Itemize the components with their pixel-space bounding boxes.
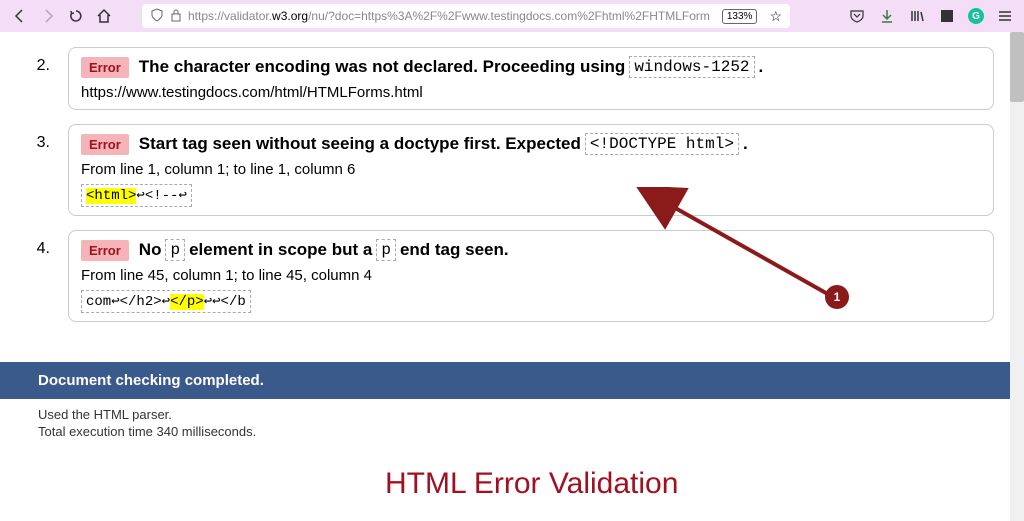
timing-info: Total execution time 340 milliseconds. — [38, 424, 994, 439]
error-number: 2. — [30, 47, 50, 75]
menu-icon[interactable] — [996, 7, 1014, 25]
error-message: Start tag seen without seeing a doctype … — [139, 133, 748, 155]
annotation-badge: 1 — [825, 285, 849, 309]
shield-icon — [150, 8, 164, 25]
lock-icon — [170, 8, 182, 25]
error-message: No p element in scope but a p end tag se… — [139, 239, 509, 261]
error-badge: Error — [81, 57, 129, 78]
footer-info: Used the HTML parser. Total execution ti… — [30, 399, 994, 439]
library-icon[interactable] — [908, 7, 926, 25]
error-card: Error Start tag seen without seeing a do… — [68, 124, 994, 216]
zoom-level[interactable]: 133% — [722, 9, 758, 24]
page-content: 2. Error The character encoding was not … — [0, 32, 1024, 521]
error-item: 4. Error No p element in scope but a p e… — [30, 230, 994, 322]
error-badge: Error — [81, 134, 129, 155]
reload-button[interactable] — [66, 6, 86, 26]
pocket-icon[interactable] — [848, 7, 866, 25]
error-location: From line 1, column 1; to line 1, column… — [81, 161, 981, 178]
status-bar: Document checking completed. — [0, 362, 1024, 399]
error-card: Error The character encoding was not dec… — [68, 47, 994, 110]
error-badge: Error — [81, 240, 129, 261]
error-url: https://www.testingdocs.com/html/HTMLFor… — [81, 84, 981, 101]
star-icon[interactable]: ☆ — [769, 8, 782, 25]
error-number: 3. — [30, 124, 50, 152]
error-item: 2. Error The character encoding was not … — [30, 47, 994, 110]
error-list: 2. Error The character encoding was not … — [30, 32, 994, 322]
forward-button[interactable] — [38, 6, 58, 26]
home-button[interactable] — [94, 6, 114, 26]
scrollbar[interactable] — [1010, 32, 1024, 521]
error-message: The character encoding was not declared.… — [139, 56, 763, 78]
url-bar[interactable]: https://validator.w3.org/nu/?doc=https%3… — [142, 4, 790, 28]
back-button[interactable] — [10, 6, 30, 26]
extension-icon[interactable] — [938, 7, 956, 25]
error-number: 4. — [30, 230, 50, 258]
code-snippet: <html>↩<!--↩ — [81, 184, 981, 207]
grammarly-icon[interactable]: G — [968, 8, 984, 24]
annotation-title: HTML Error Validation — [385, 467, 678, 501]
parser-info: Used the HTML parser. — [38, 407, 994, 422]
url-text: https://validator.w3.org/nu/?doc=https%3… — [188, 9, 716, 23]
error-item: 3. Error Start tag seen without seeing a… — [30, 124, 994, 216]
error-card: Error No p element in scope but a p end … — [68, 230, 994, 322]
error-location: From line 45, column 1; to line 45, colu… — [81, 267, 981, 284]
browser-toolbar: https://validator.w3.org/nu/?doc=https%3… — [0, 0, 1024, 32]
download-icon[interactable] — [878, 7, 896, 25]
